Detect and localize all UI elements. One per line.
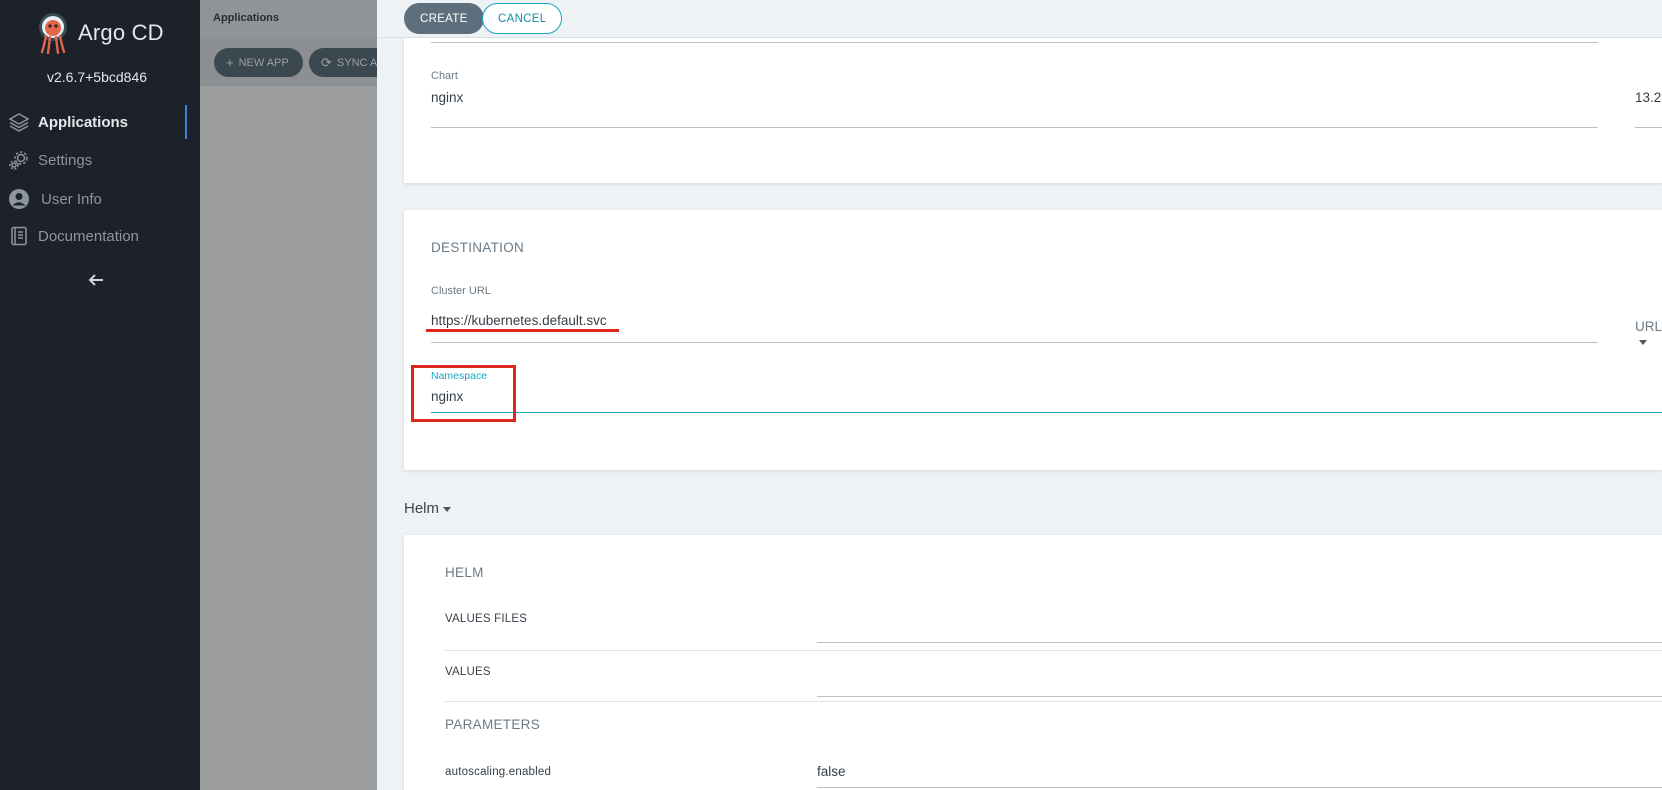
sidebar-item-user-info[interactable]: User Info (0, 180, 200, 218)
field-underline (431, 127, 1598, 128)
sidebar-item-documentation[interactable]: Documentation (0, 217, 200, 255)
highlight-box (411, 365, 516, 422)
field-underline (1635, 127, 1662, 128)
helm-title: HELM (445, 565, 484, 580)
caret-down-icon (443, 506, 452, 512)
destination-title: DESTINATION (431, 240, 525, 255)
field-underline (431, 42, 1598, 43)
field-underline (817, 787, 1662, 788)
create-app-panel: Chart nginx 13.2.33 DESTINATION Cluster … (377, 0, 1662, 790)
values-files-label: VALUES FILES (445, 613, 528, 625)
field-underline-focused (431, 412, 1662, 413)
arrow-left-icon[interactable] (84, 268, 108, 292)
helm-card: HELM VALUES FILES VALUES PARAMETERS auto… (404, 535, 1662, 790)
chart-version-input[interactable]: 13.2.33 (1635, 90, 1662, 105)
gears-icon (8, 149, 30, 171)
overlay-backdrop[interactable] (200, 0, 377, 790)
brand[interactable]: Argo CD (34, 12, 164, 54)
values-input[interactable] (817, 696, 1662, 697)
values-label: VALUES (445, 666, 491, 678)
sidebar: Argo CD v2.6.7+5bcd846 Applications Sett… (0, 0, 200, 790)
sidebar-item-label: Applications (38, 113, 129, 131)
layers-icon (8, 111, 30, 133)
sidebar-item-settings[interactable]: Settings (0, 141, 200, 179)
parameter-value-input[interactable]: false (817, 764, 846, 779)
cluster-url-input[interactable]: https://kubernetes.default.svc (431, 313, 607, 328)
sidebar-item-label: User Info (41, 190, 102, 208)
chart-input[interactable]: nginx (431, 90, 463, 105)
parameters-title: PARAMETERS (445, 717, 541, 732)
user-icon (8, 188, 30, 210)
parameter-name: autoscaling.enabled (445, 766, 552, 778)
book-icon (8, 225, 30, 247)
cluster-url-label: Cluster URL (431, 285, 491, 297)
brand-name: Argo CD (78, 20, 164, 45)
row-divider (445, 701, 1662, 702)
field-underline (431, 342, 1598, 343)
values-files-input[interactable] (817, 642, 1662, 643)
helm-toggle-label: Helm (404, 500, 440, 517)
cluster-mode-dropdown[interactable]: URL (1635, 319, 1662, 349)
cancel-button[interactable]: CANCEL (482, 3, 563, 34)
sidebar-item-label: Settings (38, 151, 93, 169)
cluster-mode-label: URL (1635, 319, 1662, 334)
sidebar-item-label: Documentation (38, 227, 139, 245)
sidebar-item-applications[interactable]: Applications (0, 103, 200, 141)
destination-card: DESTINATION Cluster URL https://kubernet… (404, 210, 1662, 470)
chart-label: Chart (431, 70, 458, 82)
row-divider (445, 650, 1662, 651)
version-label: v2.6.7+5bcd846 (46, 69, 148, 85)
highlight-underline (426, 329, 619, 332)
argo-logo-icon (39, 13, 67, 54)
helm-toggle[interactable]: Helm (404, 500, 452, 517)
panel-header: CREATE CANCEL (377, 0, 1662, 38)
caret-down-icon (1639, 339, 1647, 345)
create-button[interactable]: CREATE (404, 3, 484, 34)
